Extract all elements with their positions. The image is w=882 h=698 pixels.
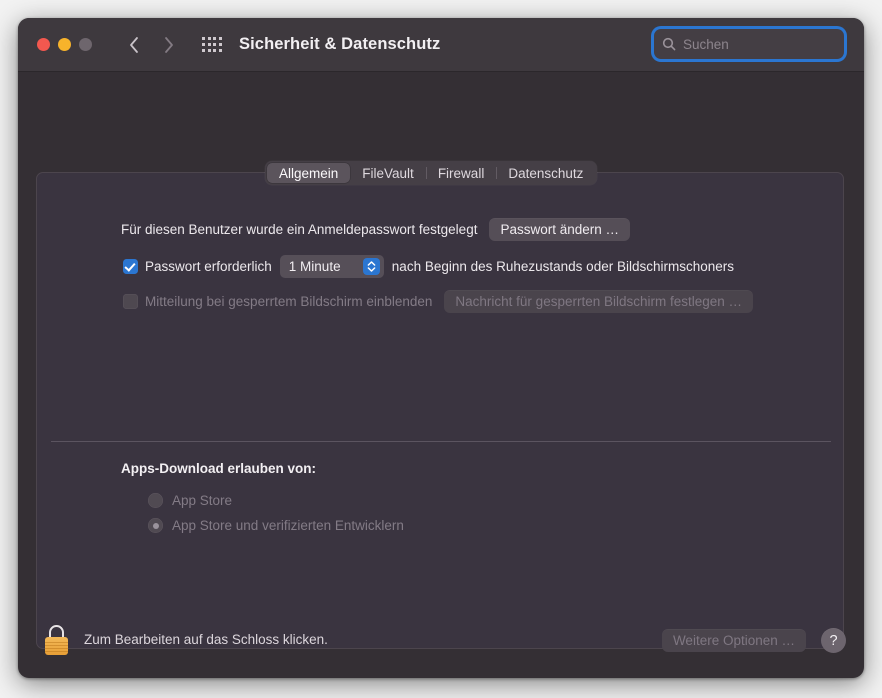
show-all-preferences-button[interactable] xyxy=(199,32,225,58)
page-title: Sicherheit & Datenschutz xyxy=(239,35,441,53)
search-input[interactable] xyxy=(683,36,860,52)
help-button[interactable]: ? xyxy=(821,628,846,653)
navigation-controls xyxy=(119,30,225,60)
window-body: Allgemein FileVault Firewall Datenschutz… xyxy=(18,72,864,678)
set-lock-message-button[interactable]: Nachricht für gesperrten Bildschirm fest… xyxy=(444,290,754,313)
system-preferences-window: Sicherheit & Datenschutz Allgemein FileV… xyxy=(18,18,864,678)
advanced-options-button[interactable]: Weitere Optionen … xyxy=(661,629,806,652)
radio-app-store-and-identified-developers-control[interactable] xyxy=(148,518,163,533)
tab-filevault[interactable]: FileVault xyxy=(350,163,426,183)
app-download-heading: Apps-Download erlauben von: xyxy=(121,461,317,476)
lock-closed-icon[interactable] xyxy=(44,625,70,655)
window-footer: Zum Bearbeiten auf das Schloss klicken. … xyxy=(18,619,864,678)
require-password-label: Passwort erforderlich xyxy=(145,259,272,274)
tab-datenschutz[interactable]: Datenschutz xyxy=(496,163,595,183)
tab-firewall[interactable]: Firewall xyxy=(425,163,497,183)
login-password-row: Für diesen Benutzer wurde ein Anmeldepas… xyxy=(121,218,631,241)
window-controls xyxy=(37,38,92,51)
forward-button[interactable] xyxy=(153,30,183,60)
radio-app-store-and-identified-developers[interactable]: App Store und verifizierten Entwicklern xyxy=(148,518,404,533)
radio-app-store-label: App Store xyxy=(172,493,233,508)
radio-app-store-and-identified-developers-label: App Store und verifizierten Entwicklern xyxy=(172,518,404,533)
minimize-button[interactable] xyxy=(58,38,71,51)
general-tab-panel: Für diesen Benutzer wurde ein Anmeldepas… xyxy=(36,172,844,649)
window-titlebar: Sicherheit & Datenschutz xyxy=(18,18,864,72)
radio-app-store[interactable]: App Store xyxy=(148,493,232,508)
app-download-heading-row: Apps-Download erlauben von: xyxy=(121,461,316,476)
login-password-label: Für diesen Benutzer wurde ein Anmeldepas… xyxy=(121,222,478,237)
close-button[interactable] xyxy=(37,38,50,51)
tab-allgemein[interactable]: Allgemein xyxy=(267,163,351,183)
grid-view-icon xyxy=(202,37,222,52)
radio-app-store-control[interactable] xyxy=(148,493,163,508)
tab-bar: Allgemein FileVault Firewall Datenschutz xyxy=(265,161,598,185)
require-password-checkbox[interactable] xyxy=(123,259,138,274)
password-delay-value: 1 Minute xyxy=(288,259,341,274)
section-divider xyxy=(51,441,831,442)
chevron-up-down-icon xyxy=(362,258,380,275)
back-button[interactable] xyxy=(119,30,149,60)
require-password-row: Passwort erforderlich 1 Minute nach Begi… xyxy=(123,255,734,278)
lock-hint-text: Zum Bearbeiten auf das Schloss klicken. xyxy=(84,632,328,647)
search-field[interactable] xyxy=(654,29,860,59)
zoom-button[interactable] xyxy=(79,38,92,51)
lock-screen-message-checkbox[interactable] xyxy=(123,294,138,309)
lock-screen-message-row: Mitteilung bei gesperrtem Bildschirm ein… xyxy=(123,290,754,313)
require-password-suffix-label: nach Beginn des Ruhezustands oder Bildsc… xyxy=(391,259,734,274)
search-icon xyxy=(662,37,676,51)
change-password-button[interactable]: Passwort ändern … xyxy=(489,218,631,241)
lock-screen-message-label: Mitteilung bei gesperrtem Bildschirm ein… xyxy=(145,294,433,309)
password-delay-select[interactable]: 1 Minute xyxy=(279,255,384,278)
